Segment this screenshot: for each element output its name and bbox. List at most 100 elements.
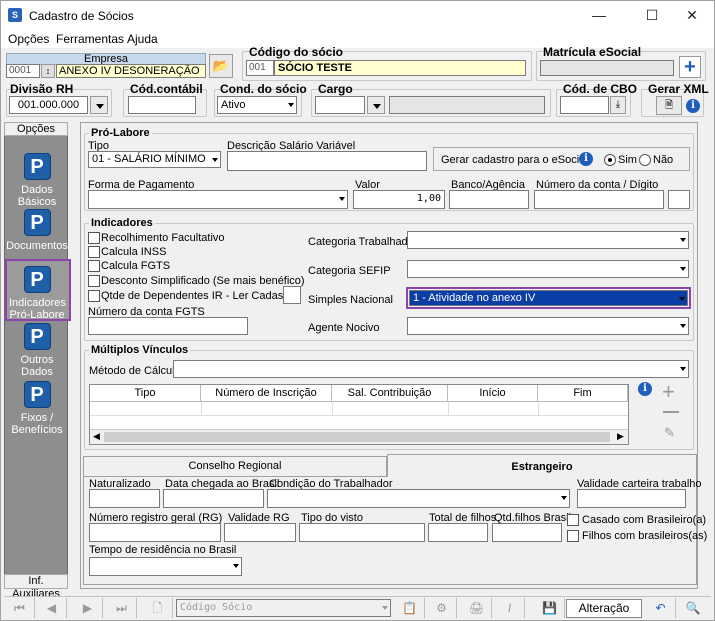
info-icon[interactable]: i (638, 382, 652, 396)
esocial-sim-radio[interactable] (604, 154, 616, 166)
print-icon[interactable]: 🖨 (462, 598, 492, 618)
filhos-br-checkbox[interactable] (567, 530, 579, 542)
settings-icon[interactable]: ⚙ (427, 598, 457, 618)
scroll-thumb[interactable] (104, 432, 610, 442)
desconto-checkbox[interactable] (88, 275, 100, 287)
col-sal-contribuicao[interactable]: Sal. Contribuição (332, 385, 448, 402)
casado-checkbox[interactable] (567, 514, 579, 526)
last-record-icon[interactable]: ⏭ (107, 598, 137, 618)
menu-ajuda[interactable]: Ajuda (127, 32, 158, 46)
p-icon: P (23, 323, 51, 350)
menu-ferramentas[interactable]: Ferramentas (56, 32, 124, 46)
tempo-residencia-select[interactable] (89, 557, 242, 576)
horizontal-scrollbar[interactable]: ◀ ▶ (90, 429, 628, 444)
cargo-code-input[interactable] (315, 96, 365, 114)
calcula-inss-checkbox[interactable] (88, 246, 100, 258)
cbo-input[interactable] (560, 96, 609, 114)
tipo-visto-input[interactable] (299, 523, 425, 542)
sidebar-item-documentos[interactable]: P Documentos (5, 209, 69, 252)
valor-input[interactable]: 1,00 (353, 190, 445, 209)
sidebar-footer[interactable]: Inf. Auxiliares (4, 574, 68, 600)
forma-pagamento-select[interactable] (88, 190, 348, 209)
total-filhos-input[interactable] (428, 523, 488, 542)
calcula-fgts-checkbox[interactable] (88, 260, 100, 272)
tab-conselho-regional[interactable]: Conselho Regional (83, 456, 387, 476)
scroll-left-icon[interactable]: ◀ (93, 431, 100, 442)
close-button[interactable]: ✕ (669, 1, 715, 30)
metodo-select[interactable] (173, 360, 689, 378)
codigo-socio-name[interactable]: SÓCIO TESTE (274, 60, 526, 76)
cat-sefip-select[interactable] (407, 260, 689, 278)
banco-input[interactable] (449, 190, 529, 209)
codigo-socio-code[interactable]: 001 (246, 60, 274, 76)
minimize-button[interactable]: — (576, 1, 622, 30)
sidebar-item-indicadores[interactable]: P Indicadores Pró-Labore (5, 259, 71, 321)
cargo-desc-input[interactable] (389, 96, 545, 114)
esocial-nao-radio[interactable] (639, 154, 651, 166)
italic-icon[interactable]: I (495, 598, 525, 618)
recolhimento-checkbox[interactable] (88, 232, 100, 244)
empresa-code[interactable]: 0001 (6, 64, 40, 78)
chevron-down-icon (96, 104, 104, 109)
gerar-xml-button[interactable]: 🗎 (656, 96, 682, 115)
info-icon[interactable]: i (686, 99, 700, 113)
open-folder-button[interactable]: 📂 (209, 54, 233, 78)
desc-salario-input[interactable] (227, 151, 427, 171)
save-icon[interactable]: 💾 (535, 598, 565, 618)
chevron-down-icon (680, 324, 686, 328)
scroll-right-icon[interactable]: ▶ (617, 431, 624, 442)
agente-select[interactable] (407, 317, 689, 335)
cbo-search-button[interactable]: ⤓ (610, 96, 626, 114)
export-icon[interactable]: 📋 (395, 598, 425, 618)
sidebar-header[interactable]: Opções (4, 122, 68, 136)
search-code-select[interactable]: Código Sócio (176, 599, 391, 617)
prev-record-icon[interactable]: ◀ (37, 598, 67, 618)
undo-icon[interactable]: ↶ (646, 598, 676, 618)
add-matricula-button[interactable]: + (679, 56, 701, 78)
binoculars-icon[interactable]: 🔍 (678, 598, 708, 618)
first-record-icon[interactable]: ⏮ (5, 598, 35, 618)
cond-socio-select[interactable]: Ativo (217, 96, 297, 114)
col-tipo[interactable]: Tipo (90, 385, 201, 402)
validade-rg-input[interactable] (224, 523, 296, 542)
tipo-value: 01 - SALÁRIO MÍNIMO (92, 153, 206, 165)
cod-contabil-input[interactable] (128, 96, 196, 114)
sidebar-item-dados-basicos[interactable]: P Dados Básicos (5, 153, 69, 208)
matricula-input[interactable] (540, 60, 674, 76)
data-chegada-input[interactable] (163, 489, 264, 508)
conta-input[interactable] (534, 190, 664, 209)
col-fim[interactable]: Fim (538, 385, 628, 402)
simples-select[interactable]: 1 - Atividade no anexo IV (409, 290, 688, 306)
naturalizado-input[interactable] (89, 489, 160, 508)
qtde-dependentes-checkbox[interactable] (88, 290, 100, 302)
cargo-dropdown[interactable] (367, 96, 385, 114)
new-record-icon[interactable]: 🗋 (143, 598, 173, 618)
edit-vinculo-icon[interactable]: ✎ (664, 425, 675, 441)
tab-estrangeiro[interactable]: Estrangeiro (387, 454, 697, 477)
tipo-select[interactable]: 01 - SALÁRIO MÍNIMO (88, 151, 221, 168)
validade-carteira-input[interactable] (577, 489, 686, 508)
next-record-icon[interactable]: ▶ (73, 598, 103, 618)
add-vinculo-icon[interactable]: + (662, 381, 675, 403)
remove-vinculo-icon[interactable] (663, 411, 679, 413)
divisao-input[interactable]: 001.000.000 (9, 96, 88, 114)
condicao-select[interactable] (267, 489, 570, 508)
qtde-dependentes-input[interactable] (283, 286, 301, 304)
divisao-dropdown[interactable] (90, 96, 108, 114)
fgts-conta-input[interactable] (88, 317, 248, 335)
info-icon[interactable]: i (579, 152, 593, 166)
menu-opcoes[interactable]: Opções (8, 32, 49, 46)
sidebar-item-fixos[interactable]: P Fixos / Benefícios (5, 381, 69, 436)
empresa-spin-icon[interactable]: ↕ (41, 64, 55, 78)
qtd-filhos-input[interactable] (492, 523, 562, 542)
col-inicio[interactable]: Início (448, 385, 538, 402)
desconto-label: Desconto Simplificado (Se mais benéfico) (101, 275, 305, 287)
table-row[interactable] (90, 402, 628, 416)
digito-input[interactable] (668, 190, 690, 209)
cat-trab-select[interactable] (407, 231, 689, 249)
empresa-name[interactable]: ANEXO IV DESONERAÇÃO (56, 64, 206, 78)
rg-input[interactable] (89, 523, 221, 542)
sidebar-item-outros-dados[interactable]: P Outros Dados (5, 323, 69, 378)
search-code-placeholder: Código Sócio (180, 602, 253, 613)
col-inscricao[interactable]: Número de Inscrição (201, 385, 332, 402)
